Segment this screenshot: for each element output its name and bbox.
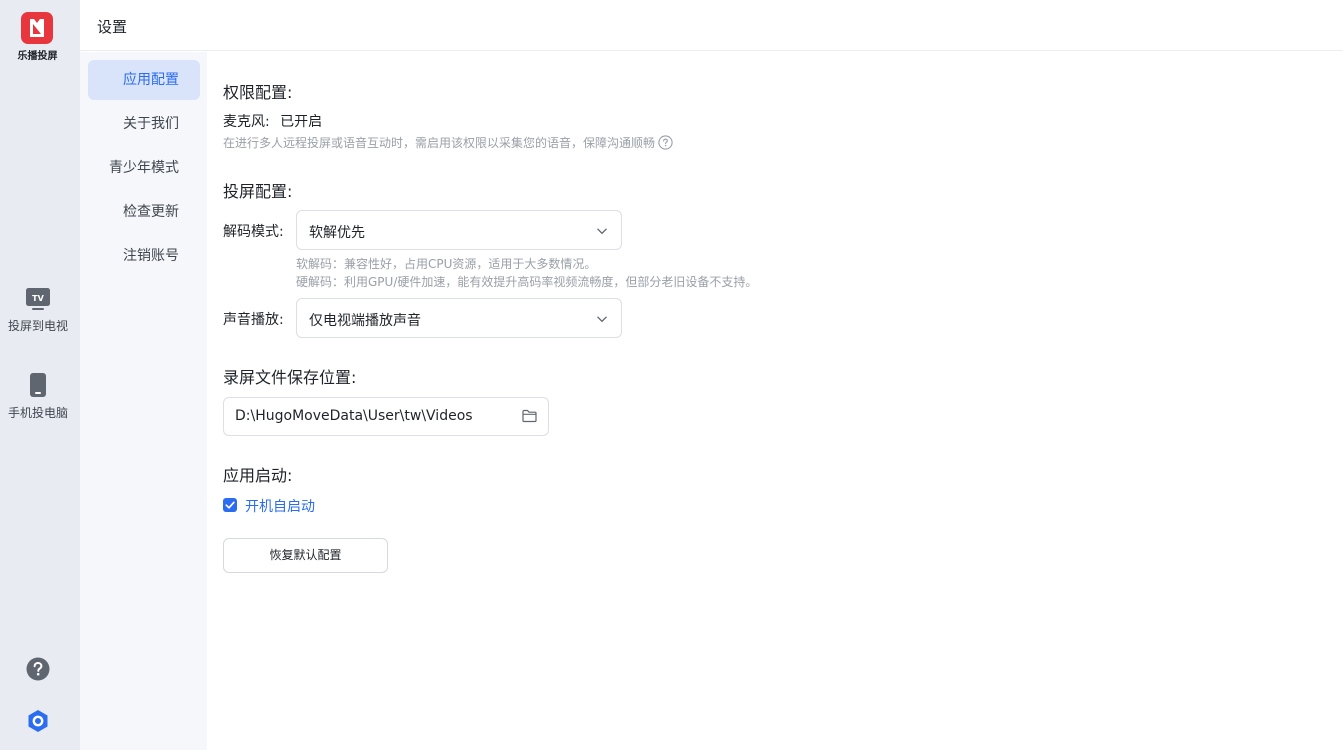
nav-item-youth-mode[interactable]: 青少年模式 bbox=[88, 148, 200, 188]
decode-label: 解码模式: bbox=[223, 224, 284, 240]
question-icon[interactable] bbox=[658, 135, 673, 150]
mic-row: 麦克风: 已开启 bbox=[223, 111, 322, 131]
autostart-checkbox[interactable] bbox=[223, 498, 237, 512]
decode-hint-soft: 软解码：兼容性好，占用CPU资源，适用于大多数情况。 bbox=[296, 257, 597, 271]
audio-playback-value: 仅电视端播放声音 bbox=[309, 313, 421, 329]
chevron-down-icon bbox=[597, 228, 607, 235]
app-name: 乐播投屏 bbox=[17, 51, 58, 62]
rail-item-cast-to-tv[interactable]: TV 投屏到电视 bbox=[0, 287, 76, 334]
decode-mode-value: 软解优先 bbox=[309, 225, 365, 241]
decode-hint-hard: 硬解码：利用GPU/硬件加速，能有效提升高码率视频流畅度，但部分老旧设备不支持。 bbox=[296, 275, 758, 289]
reset-defaults-button[interactable]: 恢复默认配置 bbox=[223, 538, 388, 573]
mic-label: 麦克风: bbox=[223, 114, 270, 130]
page-title: 设置 bbox=[97, 18, 128, 36]
app-rail: 乐播投屏 TV 投屏到电视 手机投电脑 bbox=[0, 0, 80, 750]
cast-title: 投屏配置: bbox=[223, 182, 293, 201]
nav-item-check-update[interactable]: 检查更新 bbox=[88, 192, 200, 232]
gear-icon[interactable] bbox=[26, 709, 50, 733]
rail-item-label: 手机投电脑 bbox=[7, 406, 68, 420]
recording-path-value: D:\HugoMoveData\User\tw\Videos bbox=[235, 408, 473, 424]
mic-hint-text: 在进行多人远程投屏或语音互动时，需启用该权限以采集您的语音，保障沟通顺畅 bbox=[223, 136, 656, 150]
nav-item-about-us[interactable]: 关于我们 bbox=[88, 104, 200, 144]
settings-nav: 应用配置 关于我们 青少年模式 检查更新 注销账号 bbox=[80, 52, 207, 750]
tv-icon: TV bbox=[26, 288, 50, 310]
nav-item-delete-account[interactable]: 注销账号 bbox=[88, 236, 200, 276]
nav-item-app-config[interactable]: 应用配置 bbox=[88, 60, 200, 100]
svg-text:TV: TV bbox=[32, 294, 44, 303]
recording-title: 录屏文件保存位置: bbox=[223, 368, 357, 387]
decode-mode-select[interactable]: 软解优先 bbox=[296, 210, 622, 250]
recording-path-field[interactable]: D:\HugoMoveData\User\tw\Videos bbox=[223, 397, 549, 436]
mic-status: 已开启 bbox=[280, 114, 323, 130]
rail-item-phone-to-pc[interactable]: 手机投电脑 bbox=[0, 372, 76, 421]
startup-title: 应用启动: bbox=[223, 466, 293, 485]
help-icon[interactable] bbox=[26, 657, 50, 681]
app-logo-icon bbox=[21, 12, 53, 44]
settings-content: 权限配置: 麦克风: 已开启 在进行多人远程投屏或语音互动时，需启用该权限以采集… bbox=[207, 52, 1343, 750]
audio-playback-select[interactable]: 仅电视端播放声音 bbox=[296, 298, 622, 338]
audio-label: 声音播放: bbox=[223, 312, 284, 328]
autostart-label[interactable]: 开机自启动 bbox=[245, 496, 315, 516]
mic-hint: 在进行多人远程投屏或语音互动时，需启用该权限以采集您的语音，保障沟通顺畅 bbox=[223, 134, 673, 151]
rail-item-label: 投屏到电视 bbox=[7, 319, 68, 333]
permissions-title: 权限配置: bbox=[223, 83, 293, 102]
phone-icon bbox=[30, 373, 46, 397]
page-header: 设置 bbox=[80, 0, 1343, 51]
folder-icon[interactable] bbox=[522, 409, 537, 423]
chevron-down-icon bbox=[597, 316, 607, 323]
